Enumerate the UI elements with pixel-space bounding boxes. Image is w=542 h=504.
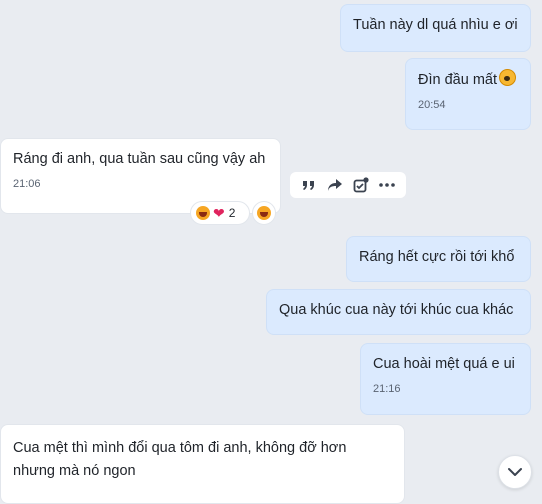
message-time: 21:06 xyxy=(13,178,41,190)
heart-icon: ❤ xyxy=(213,204,225,221)
quote-button[interactable] xyxy=(299,175,319,195)
more-button[interactable] xyxy=(377,175,397,195)
message-text: Qua khúc cua này tới khúc cua khác xyxy=(279,302,514,318)
message-text: Tuần này dl quá nhìu e ơi xyxy=(353,17,518,33)
message-sent-3[interactable]: Ráng hết cực rồi tới khổ xyxy=(346,236,531,282)
message-sent-2[interactable]: Đìn đầu mất 20:54 xyxy=(405,58,531,130)
message-sent-1[interactable]: Tuần này dl quá nhìu e ơi xyxy=(340,4,531,52)
message-text: Ráng đi anh, qua tuần sau cũng vậy ah xyxy=(13,151,266,167)
scroll-to-bottom-button[interactable] xyxy=(498,455,532,489)
message-sent-5[interactable]: Cua hoài mệt quá e ui 21:16 xyxy=(360,343,531,415)
message-text: Cua hoài mệt quá e ui xyxy=(373,356,515,372)
forward-icon xyxy=(328,179,342,191)
message-received-2[interactable]: Cua mệt thì mình đổi qua tôm đi anh, khô… xyxy=(0,424,405,504)
add-reaction-button[interactable] xyxy=(252,201,276,225)
message-action-toolbar xyxy=(290,172,406,198)
chevron-down-icon xyxy=(508,468,522,476)
message-sent-4[interactable]: Qua khúc cua này tới khúc cua khác xyxy=(266,289,531,335)
laugh-emoji-icon xyxy=(257,206,271,220)
message-text: Cua mệt thì mình đổi qua tôm đi anh, khô… xyxy=(13,440,347,479)
message-text: Ráng hết cực rồi tới khổ xyxy=(359,249,515,265)
shocked-face-emoji-icon xyxy=(499,69,516,86)
chat-view: { "messages": [ {"text": "Tuần này dl qu… xyxy=(0,0,542,504)
message-time: 21:16 xyxy=(373,383,401,395)
quote-icon xyxy=(303,181,314,190)
laugh-emoji-icon xyxy=(196,206,210,220)
more-icon xyxy=(379,183,395,187)
reaction-count: 2 xyxy=(228,206,236,220)
message-text: Đìn đầu mất xyxy=(418,72,497,88)
forward-button[interactable] xyxy=(325,175,345,195)
reaction-summary[interactable]: ❤ 2 xyxy=(190,201,250,225)
add-task-button[interactable] xyxy=(351,175,371,195)
add-task-icon xyxy=(353,177,369,193)
message-time: 20:54 xyxy=(418,99,446,111)
